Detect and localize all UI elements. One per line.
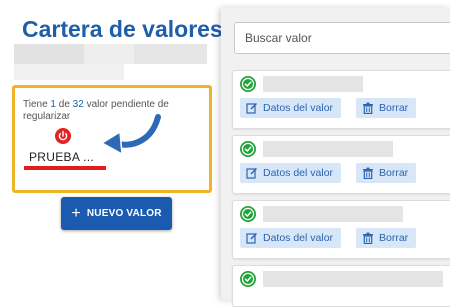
blurred-subtitle — [14, 44, 207, 64]
value-card: Datos del valor Borrar — [232, 200, 450, 259]
check-circle-icon — [240, 76, 256, 92]
blurred-value-name — [263, 76, 363, 92]
pending-values-box: Tiene 1 de 32 valor pendiente de regular… — [12, 85, 212, 193]
edit-value-button[interactable]: Datos del valor — [240, 98, 341, 118]
edit-icon — [246, 102, 258, 114]
delete-value-button[interactable]: Borrar — [356, 163, 416, 183]
edit-icon — [246, 232, 258, 244]
check-circle-icon — [240, 271, 256, 287]
value-card: Datos del valor Borrar — [232, 70, 450, 129]
trash-icon — [363, 167, 373, 179]
alert-power-icon[interactable] — [55, 128, 71, 144]
check-circle-icon — [240, 141, 256, 157]
blurred-value-name — [263, 141, 393, 157]
highlight-underline — [24, 166, 106, 170]
pending-total-count: 32 — [72, 99, 84, 110]
blurred-subtitle-2 — [14, 64, 124, 80]
plus-icon: + — [71, 204, 81, 222]
trash-icon — [363, 232, 373, 244]
check-circle-icon — [240, 206, 256, 222]
new-value-label: NUEVO VALOR — [86, 208, 162, 219]
edit-icon — [246, 167, 258, 179]
delete-value-button[interactable]: Borrar — [356, 228, 416, 248]
value-card — [232, 265, 450, 307]
blurred-value-name — [263, 271, 443, 287]
new-value-button[interactable]: + NUEVO VALOR — [61, 197, 172, 230]
delete-value-button[interactable]: Borrar — [356, 98, 416, 118]
pointer-arrow-icon — [101, 114, 163, 155]
blurred-value-name — [263, 206, 403, 222]
value-card: Datos del valor Borrar — [232, 135, 450, 194]
edit-value-button[interactable]: Datos del valor — [240, 163, 341, 183]
search-input[interactable] — [234, 22, 450, 54]
pending-item-name[interactable]: PRUEBA ... — [29, 150, 94, 164]
trash-icon — [363, 102, 373, 114]
edit-value-button[interactable]: Datos del valor — [240, 228, 341, 248]
page-title: Cartera de valores — [22, 16, 223, 42]
